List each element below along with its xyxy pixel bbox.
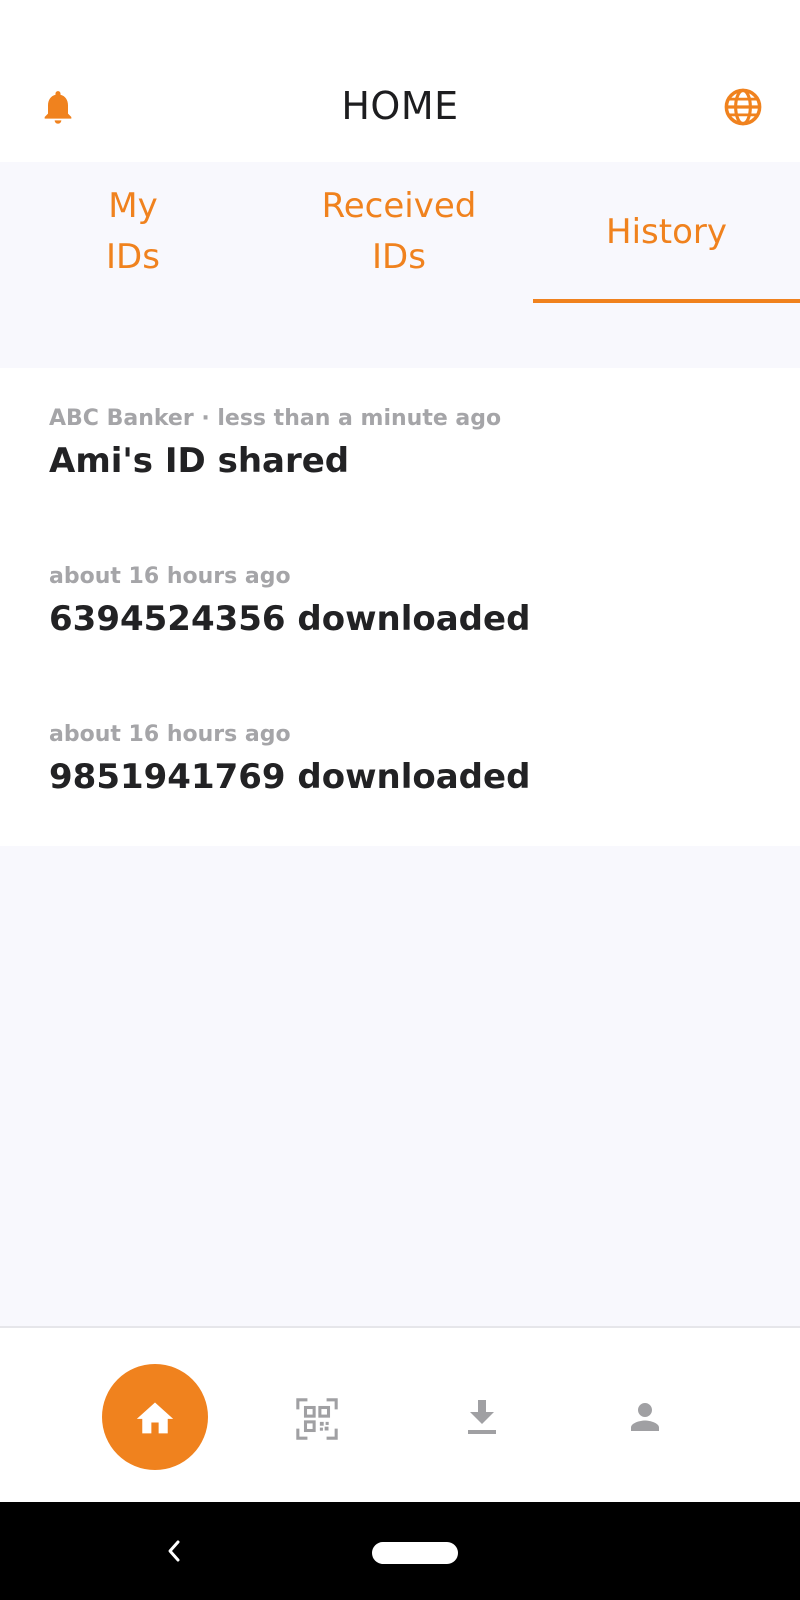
tab-label: History: [606, 211, 727, 252]
tab-label: Received: [321, 186, 477, 226]
download-icon: [468, 1400, 496, 1434]
list-item[interactable]: ABC Banker · less than a minute ago Ami'…: [49, 406, 749, 481]
profile-icon: [631, 1403, 659, 1431]
history-list: ABC Banker · less than a minute ago Ami'…: [0, 368, 800, 846]
history-text: Ami's ID shared: [49, 441, 350, 481]
list-item[interactable]: about 16 hours ago 9851941769 downloaded: [49, 722, 749, 797]
tab-label: IDs: [372, 237, 426, 277]
history-meta: ABC Banker · less than a minute ago: [49, 406, 502, 431]
tab-label: IDs: [106, 237, 160, 277]
list-item[interactable]: about 16 hours ago 6394524356 downloaded: [49, 564, 749, 639]
page-title: HOME: [341, 84, 459, 128]
globe-icon[interactable]: [722, 86, 764, 128]
tab-active-indicator: [533, 299, 800, 303]
nav-home-button[interactable]: [102, 1364, 208, 1470]
app-header: HOME: [0, 0, 800, 162]
history-text: 6394524356 downloaded: [49, 599, 531, 639]
nav-scan-button[interactable]: [294, 1396, 340, 1442]
tab-received-ids[interactable]: Received IDs: [266, 162, 532, 302]
tab-my-ids[interactable]: My IDs: [0, 162, 266, 302]
home-icon: [136, 1402, 174, 1434]
tab-bar: My IDs Received IDs History: [0, 162, 800, 303]
tab-history[interactable]: History: [533, 162, 800, 302]
history-meta: about 16 hours ago: [49, 564, 291, 589]
history-meta: about 16 hours ago: [49, 722, 291, 747]
nav-profile-button[interactable]: [624, 1396, 666, 1438]
history-text: 9851941769 downloaded: [49, 757, 531, 797]
system-navigation-bar: [0, 1502, 800, 1600]
qr-code-icon: [296, 1398, 338, 1440]
tab-label: My: [108, 186, 158, 226]
system-home-pill[interactable]: [372, 1542, 458, 1564]
back-chevron-icon[interactable]: [162, 1536, 186, 1566]
nav-download-button[interactable]: [462, 1396, 502, 1440]
bottom-navigation: [0, 1326, 800, 1502]
